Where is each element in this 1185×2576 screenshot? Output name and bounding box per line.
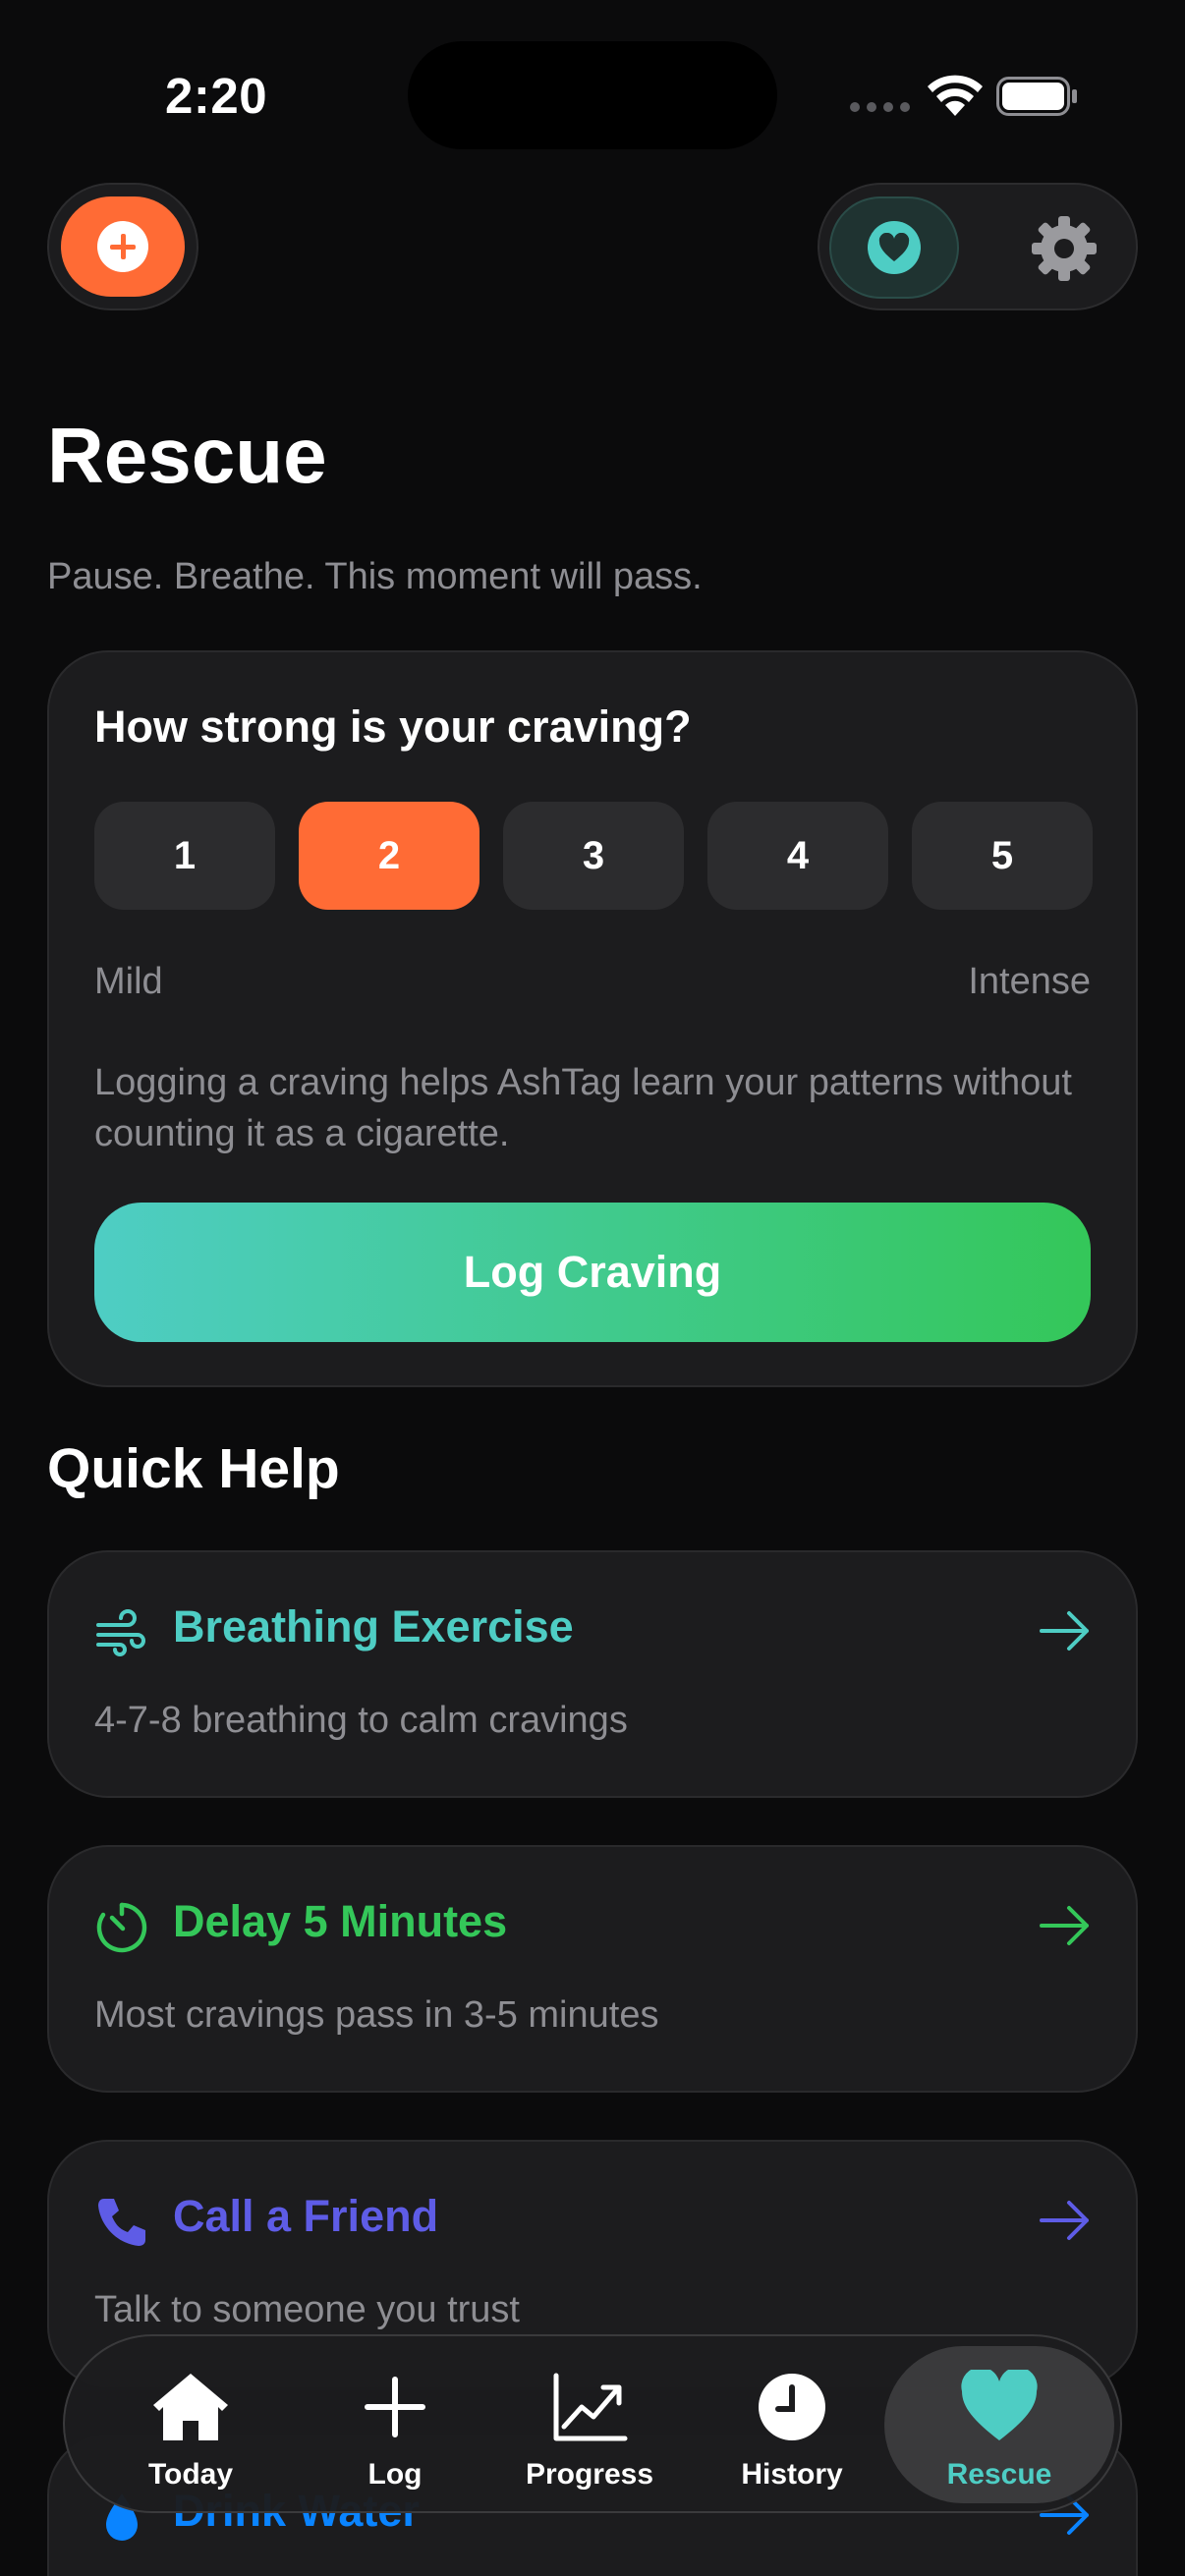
breathing-exercise-card[interactable]: Breathing Exercise 4-7-8 breathing to ca…: [47, 1550, 1138, 1798]
tab-rescue[interactable]: Rescue: [884, 2346, 1114, 2503]
plus-circle-icon: [97, 221, 148, 272]
tab-bar: Today Log Progress History Rescue: [63, 2334, 1122, 2513]
clock-icon: [759, 2374, 825, 2440]
craving-level-4[interactable]: 4: [707, 802, 888, 910]
rescue-mode-button[interactable]: [829, 196, 959, 299]
heart-icon: [868, 221, 921, 274]
wifi-icon: [928, 75, 983, 116]
arrow-right-icon: [1040, 1906, 1089, 1945]
tab-label: Log: [367, 2458, 423, 2491]
plus-icon: [365, 2377, 425, 2437]
wind-icon: [96, 1609, 145, 1656]
status-time: 2:20: [165, 68, 268, 124]
phone-icon: [98, 2199, 145, 2246]
quick-help-heading: Quick Help: [47, 1437, 340, 1500]
battery-icon: [996, 77, 1077, 116]
page-title: Rescue: [47, 412, 327, 499]
craving-level-2[interactable]: 2: [299, 802, 480, 910]
craving-note: Logging a craving helps AshTag learn you…: [94, 1062, 1072, 1154]
arrow-right-icon: [1040, 2201, 1089, 2240]
help-description: Talk to someone you trust: [94, 2289, 520, 2330]
arrow-right-icon: [1040, 1611, 1089, 1651]
quick-add-control: [47, 183, 198, 310]
tab-label: Progress: [525, 2458, 654, 2491]
help-title: Call a Friend: [173, 2191, 439, 2241]
house-icon: [153, 2374, 228, 2440]
heart-icon: [961, 2370, 1038, 2440]
chart-icon: [553, 2373, 628, 2441]
scale-low-label: Mild: [94, 961, 163, 1002]
tab-log[interactable]: Log: [328, 2336, 462, 2515]
tab-today[interactable]: Today: [124, 2336, 257, 2515]
mode-switcher: [818, 183, 1138, 310]
craving-level-5[interactable]: 5: [912, 802, 1093, 910]
tab-history[interactable]: History: [725, 2336, 859, 2515]
craving-level-picker: 1 2 3 4 5: [94, 802, 1093, 910]
craving-level-1[interactable]: 1: [94, 802, 275, 910]
help-title: Delay 5 Minutes: [173, 1896, 508, 1946]
tab-label: Rescue: [946, 2458, 1052, 2491]
dynamic-island: [408, 41, 777, 149]
craving-card: How strong is your craving? 1 2 3 4 5 Mi…: [47, 650, 1138, 1387]
tab-label: History: [741, 2458, 843, 2491]
timer-icon: [96, 1902, 147, 1953]
quick-add-button[interactable]: [61, 196, 185, 297]
craving-level-3[interactable]: 3: [503, 802, 684, 910]
tab-label: Today: [147, 2458, 234, 2491]
gear-icon[interactable]: [1030, 214, 1099, 283]
craving-question: How strong is your craving?: [94, 701, 692, 752]
scale-high-label: Intense: [968, 961, 1091, 1002]
log-craving-button[interactable]: Log Craving: [94, 1203, 1091, 1342]
page-subtitle: Pause. Breathe. This moment will pass.: [47, 556, 703, 597]
cellular-signal-icon: [850, 102, 910, 112]
tab-progress[interactable]: Progress: [521, 2336, 658, 2515]
help-description: 4-7-8 breathing to calm cravings: [94, 1700, 628, 1741]
help-title: Breathing Exercise: [173, 1601, 574, 1652]
delay-card[interactable]: Delay 5 Minutes Most cravings pass in 3-…: [47, 1845, 1138, 2093]
help-description: Most cravings pass in 3-5 minutes: [94, 1994, 659, 2036]
